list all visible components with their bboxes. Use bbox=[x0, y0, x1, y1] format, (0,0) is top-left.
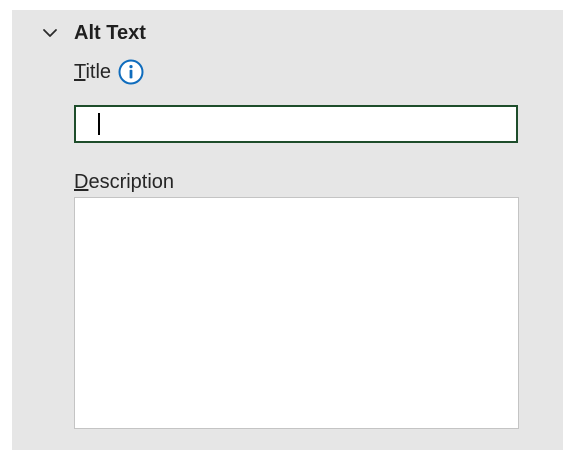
description-textarea[interactable] bbox=[74, 197, 519, 429]
info-icon[interactable] bbox=[117, 58, 145, 86]
description-label-mnemonic: D bbox=[74, 170, 89, 193]
description-label-row: Description bbox=[74, 167, 174, 197]
chevron-down-icon[interactable] bbox=[42, 25, 58, 41]
alt-text-section-header[interactable]: Alt Text bbox=[42, 20, 146, 46]
description-label-rest: escription bbox=[88, 170, 175, 193]
description-label: Description bbox=[74, 171, 174, 194]
title-label-mnemonic: T bbox=[74, 60, 86, 83]
title-label-row: Title bbox=[74, 57, 145, 87]
alt-text-panel: Alt Text Title Description bbox=[12, 10, 563, 450]
title-label: Title bbox=[74, 61, 111, 84]
section-title: Alt Text bbox=[74, 21, 146, 44]
title-input[interactable] bbox=[74, 105, 518, 143]
title-label-rest: itle bbox=[85, 60, 112, 83]
